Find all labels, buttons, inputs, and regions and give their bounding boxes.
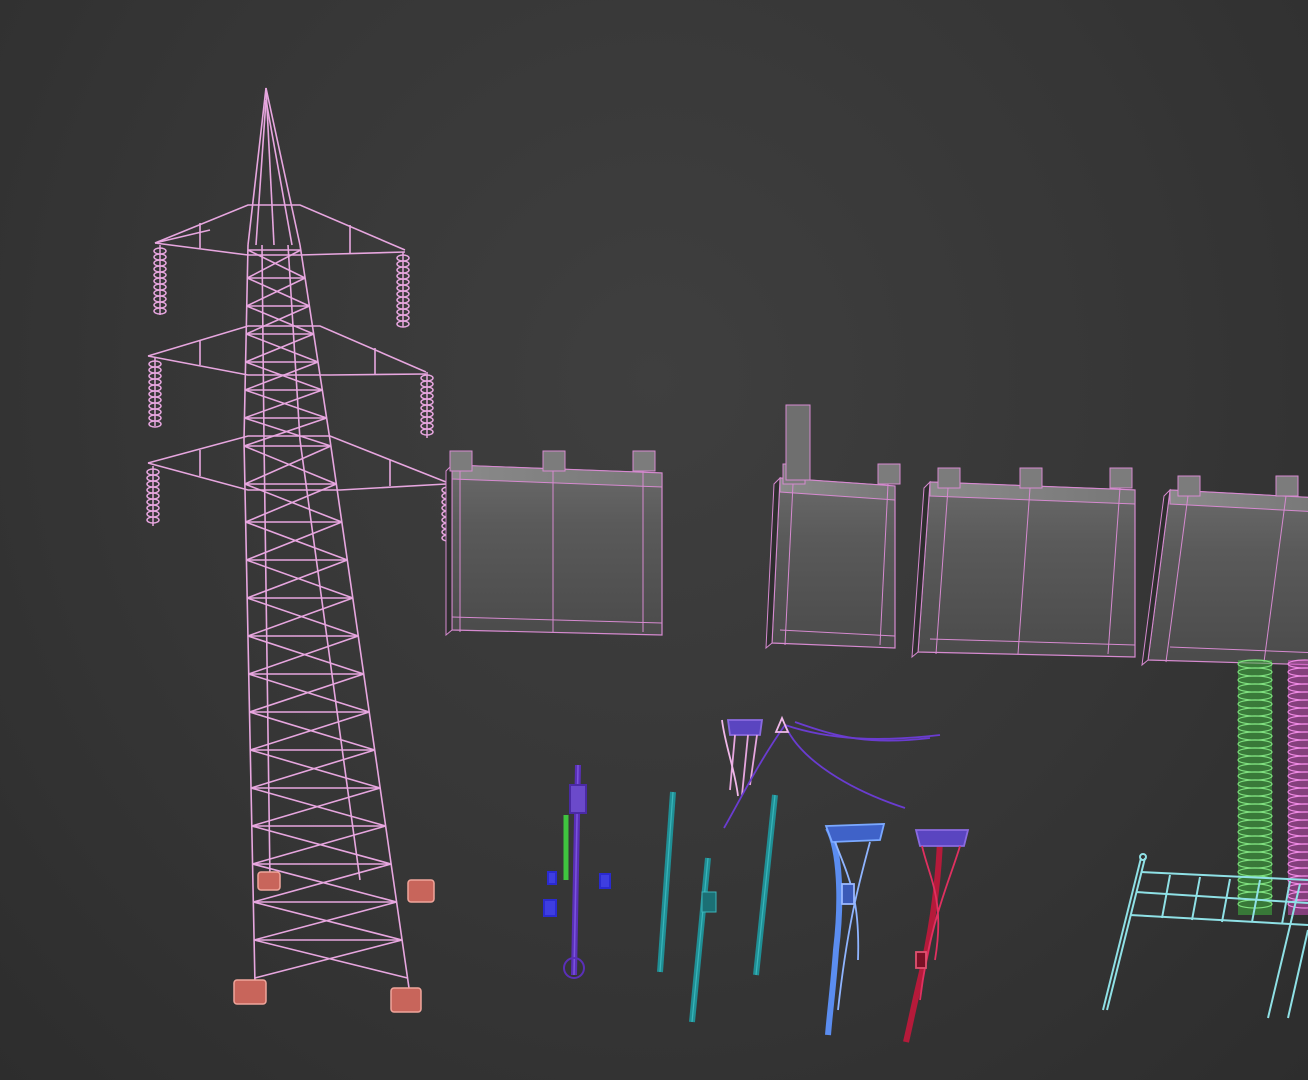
pole-head-wires[interactable]: [721, 715, 941, 829]
3d-viewport[interactable]: [0, 0, 1308, 1080]
tower-bracing: [243, 249, 408, 979]
pole-set-teal[interactable]: [657, 791, 778, 1023]
pole-set-red[interactable]: [903, 829, 970, 1043]
railing-frame[interactable]: [1102, 853, 1308, 1019]
upper-crossarm: [154, 204, 406, 256]
pole-set-purple[interactable]: [543, 764, 611, 979]
concrete-fence-panels[interactable]: [445, 404, 1308, 667]
scene-canvas[interactable]: [0, 0, 1308, 1080]
lower-crossarm: [147, 435, 447, 491]
tower-insulators: [146, 245, 455, 542]
transmission-tower[interactable]: [147, 87, 447, 996]
pole-set-blue[interactable]: [824, 823, 886, 1036]
